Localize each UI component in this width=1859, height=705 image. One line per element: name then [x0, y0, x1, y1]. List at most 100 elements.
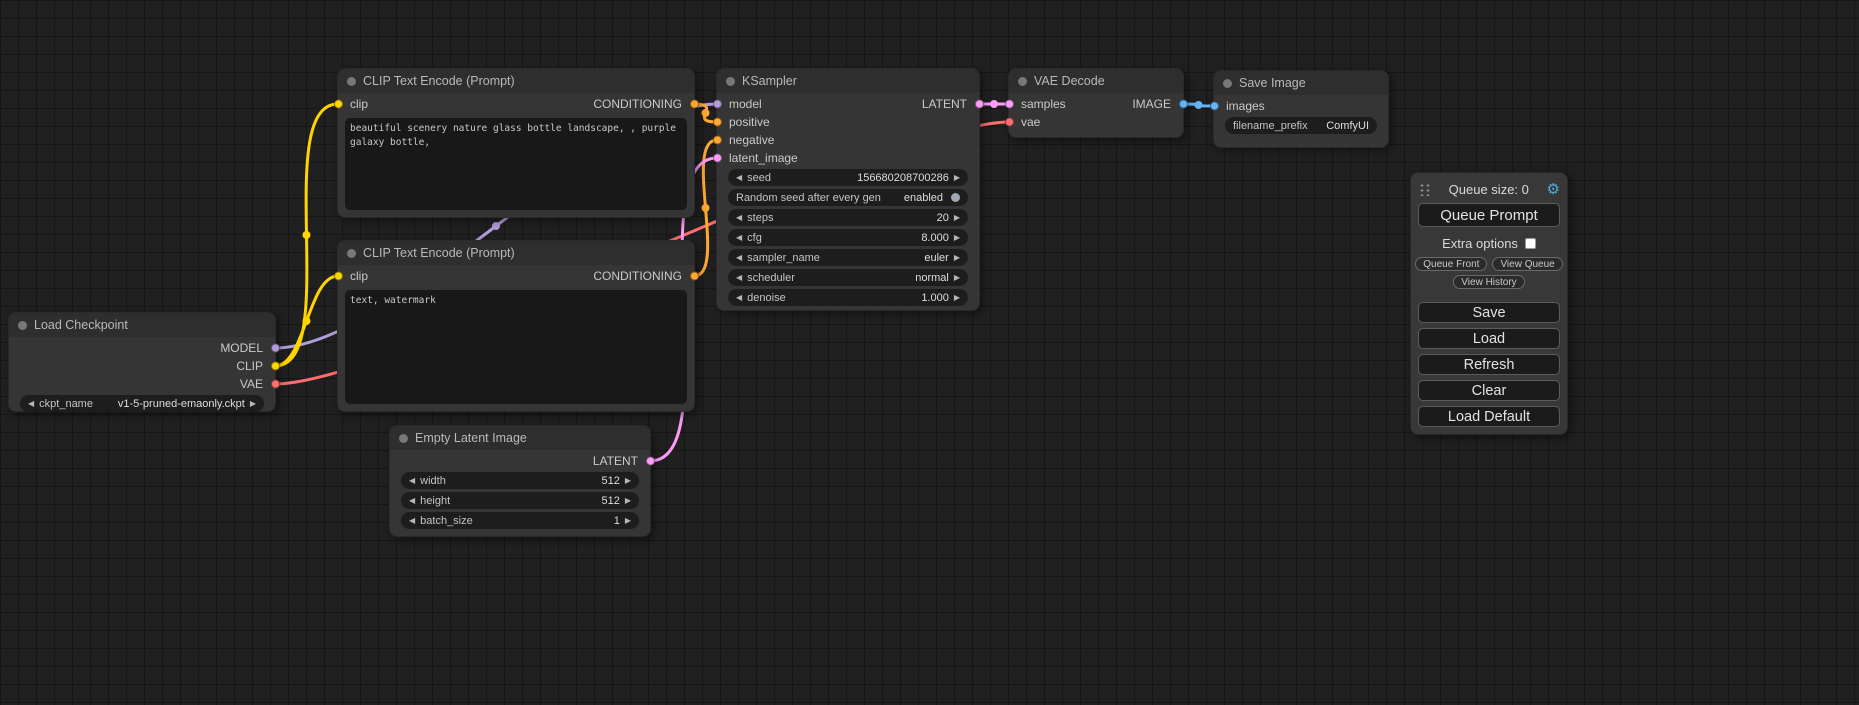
- output-slot-vae-dot[interactable]: [271, 380, 280, 389]
- widget-sampler-name[interactable]: ◀sampler_nameeuler▶: [728, 249, 968, 266]
- collapse-dot-icon[interactable]: [1223, 79, 1232, 88]
- output-slot-latent-dot[interactable]: [975, 100, 984, 109]
- widget-left-arrow-icon[interactable]: ◀: [409, 517, 415, 525]
- node-title-bar[interactable]: KSampler: [717, 69, 979, 93]
- input-slot-clip-dot[interactable]: [334, 272, 343, 281]
- link-midpoint-dot[interactable]: [492, 222, 500, 230]
- widget-left-arrow-icon[interactable]: ◀: [736, 274, 742, 282]
- input-slot-label: vae: [1021, 115, 1040, 129]
- input-slot-latent-image-dot[interactable]: [713, 154, 722, 163]
- output-slot-latent-dot[interactable]: [646, 457, 655, 466]
- link-wire-clip-to-clip[interactable]: [275, 104, 338, 366]
- widget-right-arrow-icon[interactable]: ▶: [625, 497, 631, 505]
- widget-left-arrow-icon[interactable]: ◀: [28, 400, 34, 408]
- widget-scheduler[interactable]: ◀schedulernormal▶: [728, 269, 968, 286]
- graph-canvas[interactable]: Load CheckpointMODELCLIPVAE◀ckpt_namev1-…: [0, 0, 1859, 705]
- widget-left-arrow-icon[interactable]: ◀: [736, 294, 742, 302]
- drag-handle-icon[interactable]: [1418, 182, 1431, 196]
- prompt-textarea[interactable]: [345, 118, 687, 210]
- widget-cfg[interactable]: ◀cfg8.000▶: [728, 229, 968, 246]
- node-save-image[interactable]: Save Imageimagesfilename_prefixComfyUI: [1213, 70, 1389, 148]
- widget-right-arrow-icon[interactable]: ▶: [625, 477, 631, 485]
- widget-right-arrow-icon[interactable]: ▶: [954, 214, 960, 222]
- save-button[interactable]: Save: [1418, 302, 1560, 323]
- queue-front-button[interactable]: Queue Front: [1415, 257, 1487, 271]
- widget-right-arrow-icon[interactable]: ▶: [954, 274, 960, 282]
- widget-name: sampler_name: [747, 252, 820, 264]
- input-slot-vae-dot[interactable]: [1005, 118, 1014, 127]
- input-slot-clip-dot[interactable]: [334, 100, 343, 109]
- node-title-bar[interactable]: CLIP Text Encode (Prompt): [338, 241, 694, 265]
- load-default-button[interactable]: Load Default: [1418, 406, 1560, 427]
- widget-batch-size[interactable]: ◀batch_size1▶: [401, 512, 639, 529]
- widget-right-arrow-icon[interactable]: ▶: [954, 234, 960, 242]
- widget-left-arrow-icon[interactable]: ◀: [736, 214, 742, 222]
- widget-left-arrow-icon[interactable]: ◀: [736, 254, 742, 262]
- settings-gear-icon[interactable]: ⚙: [1547, 182, 1560, 197]
- link-midpoint-dot[interactable]: [990, 100, 998, 108]
- collapse-dot-icon[interactable]: [347, 249, 356, 258]
- view-history-button[interactable]: View History: [1453, 275, 1524, 289]
- widget-name: scheduler: [747, 272, 795, 284]
- node-vae-decode[interactable]: VAE Decode samplesIMAGE vae: [1008, 68, 1184, 138]
- input-slot-positive-dot[interactable]: [713, 118, 722, 127]
- collapse-dot-icon[interactable]: [399, 434, 408, 443]
- view-queue-button[interactable]: View Queue: [1492, 257, 1562, 271]
- node-ksampler[interactable]: KSamplermodelLATENTpositivenegativelaten…: [716, 68, 980, 311]
- link-midpoint-dot[interactable]: [303, 231, 311, 239]
- node-title-bar[interactable]: Save Image: [1214, 71, 1388, 95]
- widget-steps[interactable]: ◀steps20▶: [728, 209, 968, 226]
- node-load-checkpoint[interactable]: Load CheckpointMODELCLIPVAE◀ckpt_namev1-…: [8, 312, 276, 412]
- collapse-dot-icon[interactable]: [18, 321, 27, 330]
- node-title-bar[interactable]: VAE Decode: [1009, 69, 1183, 93]
- widget-width[interactable]: ◀width512▶: [401, 472, 639, 489]
- output-slot-conditioning-dot[interactable]: [690, 272, 699, 281]
- widget-right-arrow-icon[interactable]: ▶: [954, 254, 960, 262]
- widget-right-arrow-icon[interactable]: ▶: [250, 400, 256, 408]
- input-slot-images-dot[interactable]: [1210, 102, 1219, 111]
- output-slot-image-dot[interactable]: [1179, 100, 1188, 109]
- extra-options-checkbox[interactable]: [1525, 238, 1536, 249]
- link-midpoint-dot[interactable]: [702, 204, 710, 212]
- link-midpoint-dot[interactable]: [1195, 101, 1203, 109]
- widget-denoise[interactable]: ◀denoise1.000▶: [728, 289, 968, 306]
- load-button[interactable]: Load: [1418, 328, 1560, 349]
- output-slot-clip-dot[interactable]: [271, 362, 280, 371]
- widget-left-arrow-icon[interactable]: ◀: [736, 174, 742, 182]
- widget-seed[interactable]: ◀seed156680208700286▶: [728, 169, 968, 186]
- node-clip-positive[interactable]: CLIP Text Encode (Prompt)clipCONDITIONIN…: [337, 68, 695, 218]
- widget-random-seed-after-every-gen[interactable]: Random seed after every genenabled: [728, 189, 968, 206]
- node-title-bar[interactable]: Empty Latent Image: [390, 426, 650, 450]
- node-clip-negative[interactable]: CLIP Text Encode (Prompt)clipCONDITIONIN…: [337, 240, 695, 412]
- widget-right-arrow-icon[interactable]: ▶: [954, 294, 960, 302]
- node-title-bar[interactable]: CLIP Text Encode (Prompt): [338, 69, 694, 93]
- widget-ckpt-name[interactable]: ◀ckpt_namev1-5-pruned-emaonly.ckpt▶: [20, 395, 264, 412]
- widget-name: width: [420, 475, 446, 487]
- widget-left-arrow-icon[interactable]: ◀: [409, 477, 415, 485]
- output-slot-conditioning-dot[interactable]: [690, 100, 699, 109]
- clear-button[interactable]: Clear: [1418, 380, 1560, 401]
- widget-height[interactable]: ◀height512▶: [401, 492, 639, 509]
- widget-left-arrow-icon[interactable]: ◀: [409, 497, 415, 505]
- collapse-dot-icon[interactable]: [726, 77, 735, 86]
- widget-left-arrow-icon[interactable]: ◀: [736, 234, 742, 242]
- widget-right-arrow-icon[interactable]: ▶: [625, 517, 631, 525]
- toggle-dot-icon[interactable]: [951, 193, 960, 202]
- widget-filename-prefix[interactable]: filename_prefixComfyUI: [1225, 117, 1377, 134]
- prompt-textarea[interactable]: [345, 290, 687, 404]
- link-wire-clip-to-clip[interactable]: [275, 276, 338, 366]
- refresh-button[interactable]: Refresh: [1418, 354, 1560, 375]
- widget-right-arrow-icon[interactable]: ▶: [954, 174, 960, 182]
- collapse-dot-icon[interactable]: [347, 77, 356, 86]
- link-midpoint-dot[interactable]: [702, 109, 710, 117]
- input-slot-model-dot[interactable]: [713, 100, 722, 109]
- node-title-bar[interactable]: Load Checkpoint: [9, 313, 275, 337]
- link-midpoint-dot[interactable]: [303, 317, 311, 325]
- input-slot-negative-dot[interactable]: [713, 136, 722, 145]
- input-slot-samples-dot[interactable]: [1005, 100, 1014, 109]
- slot-row: samplesIMAGE: [1009, 95, 1183, 113]
- output-slot-model-dot[interactable]: [271, 344, 280, 353]
- queue-prompt-button[interactable]: Queue Prompt: [1418, 203, 1560, 227]
- collapse-dot-icon[interactable]: [1018, 77, 1027, 86]
- node-empty-latent[interactable]: Empty Latent ImageLATENT◀width512▶◀heigh…: [389, 425, 651, 537]
